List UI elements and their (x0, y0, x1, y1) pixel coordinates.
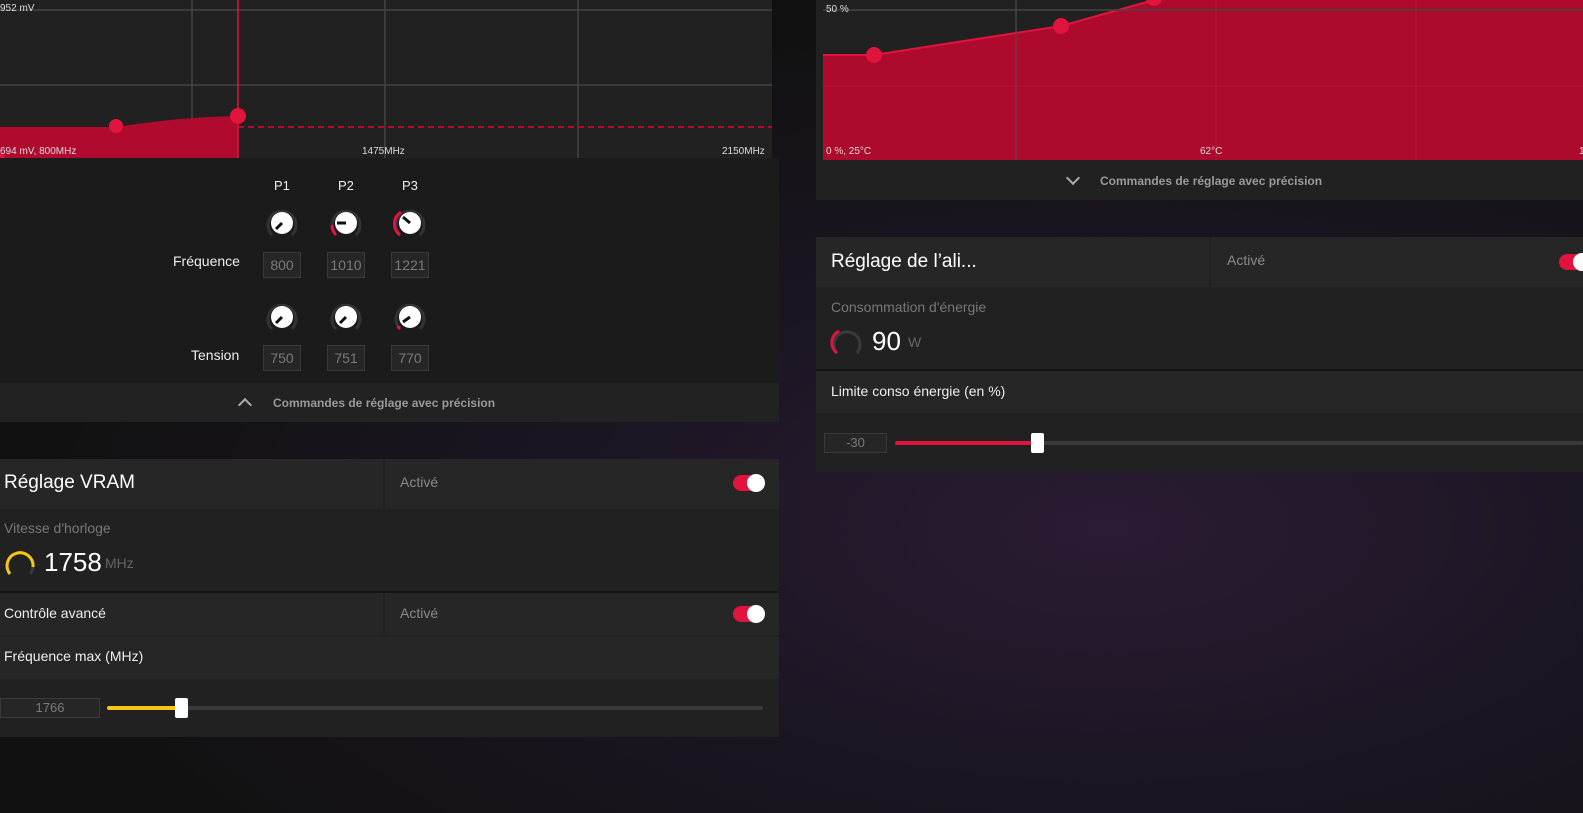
power-consumption-value: 90 (872, 326, 901, 356)
voltage-curve-chart[interactable]: 952 mV 694 mV, 800MHz 1475MHz 2150MHz (0, 0, 772, 158)
column-p2: P2 (338, 178, 354, 193)
frequency-label: Fréquence (173, 253, 240, 269)
column-p1: P1 (274, 178, 290, 193)
origin-label: 694 mV, 800MHz (0, 146, 77, 157)
fan-x-mid-label: 62°C (1200, 146, 1223, 157)
chevron-down-icon (1065, 170, 1081, 186)
fan-footer-label: Commandes de réglage avec précision (1100, 174, 1323, 188)
power-consumption-unit: W (908, 334, 922, 350)
vram-status-cell (385, 459, 779, 509)
advanced-control-toggle[interactable] (733, 605, 765, 623)
voltage-input-p1[interactable]: 750 (263, 345, 301, 371)
fine-tuning-toggle-footer[interactable]: Commandes de réglage avec précision (0, 383, 779, 422)
curve-point-p2 (109, 119, 123, 133)
power-title: Réglage de l’ali... (831, 251, 977, 272)
frequency-input-p2[interactable]: 1010 (327, 252, 365, 278)
x-mid-label: 1475MHz (362, 146, 405, 157)
advanced-control-label: Contrôle avancé (4, 605, 106, 621)
frequency-knob-p2[interactable] (327, 204, 365, 242)
clock-gauge-icon (5, 551, 35, 575)
slider-fill (107, 706, 181, 710)
max-frequency-input[interactable]: 1766 (0, 698, 100, 718)
power-tuning-panel: Réglage de l’ali... Activé Consommation … (816, 237, 1583, 472)
power-limit-slider[interactable] (895, 433, 1583, 453)
voltage-input-p3[interactable]: 770 (391, 345, 429, 371)
max-frequency-slider[interactable] (107, 698, 763, 718)
clock-speed-label: Vitesse d'horloge (4, 520, 111, 536)
frequency-input-p1[interactable]: 800 (263, 252, 301, 278)
fan-y-mid-label: 50 % (826, 4, 849, 15)
y-top-label: 952 mV (0, 3, 35, 14)
power-gauge-icon (830, 329, 862, 355)
power-consumption-label: Consommation d'énergie (831, 299, 987, 315)
fine-tuning-controls: P1 P2 P3 Fréquence Tension 800 1010 1221… (0, 158, 779, 383)
chevron-up-icon (237, 397, 253, 413)
slider-fill (895, 441, 1035, 445)
voltage-knob-p2[interactable] (327, 298, 365, 336)
slider-handle[interactable] (175, 698, 188, 718)
slider-handle[interactable] (1031, 433, 1044, 453)
curve-point-p3 (230, 108, 246, 124)
fan-point-1 (866, 47, 882, 63)
frequency-knob-p3[interactable] (391, 204, 429, 242)
voltage-input-p2[interactable]: 751 (327, 345, 365, 371)
clock-speed-unit: MHz (105, 555, 134, 571)
frequency-knob-p1[interactable] (263, 204, 301, 242)
fan-curve-fill (823, 0, 1583, 160)
fan-fine-tuning-footer[interactable]: Commandes de réglage avec précision (816, 160, 1583, 200)
max-frequency-label: Fréquence max (MHz) (4, 648, 144, 664)
x-max-label: 2150MHz (722, 146, 765, 157)
fan-x-max-label: 1 (1579, 146, 1583, 157)
vram-status: Activé (400, 474, 439, 490)
column-p3: P3 (402, 178, 418, 193)
voltage-knob-p3[interactable] (391, 298, 429, 336)
fan-origin-label: 0 %, 25°C (826, 146, 872, 157)
advanced-control-status-cell (385, 593, 779, 635)
vram-tuning-panel: Réglage VRAM Activé Vitesse d'horloge 17… (0, 459, 779, 737)
fan-point-2 (1053, 18, 1069, 34)
voltage-label: Tension (191, 347, 240, 363)
fine-tuning-footer-label: Commandes de réglage avec précision (273, 396, 496, 410)
power-limit-label: Limite conso énergie (en %) (831, 383, 1006, 399)
voltage-curve-svg (0, 0, 772, 158)
power-status-cell (1211, 237, 1583, 287)
voltage-knob-p1[interactable] (263, 298, 301, 336)
advanced-control-status: Activé (400, 605, 439, 621)
vram-toggle[interactable] (733, 474, 765, 492)
fan-curve-chart[interactable]: 50 % 0 %, 25°C 62°C 1 (816, 0, 1583, 160)
vram-title: Réglage VRAM (4, 472, 135, 493)
power-toggle[interactable] (1559, 253, 1583, 271)
power-status: Activé (1227, 252, 1266, 268)
frequency-input-p3[interactable]: 1221 (391, 252, 429, 278)
power-limit-input[interactable]: -30 (824, 433, 887, 453)
clock-speed-value: 1758 (44, 547, 102, 577)
fan-curve-svg (823, 0, 1583, 160)
